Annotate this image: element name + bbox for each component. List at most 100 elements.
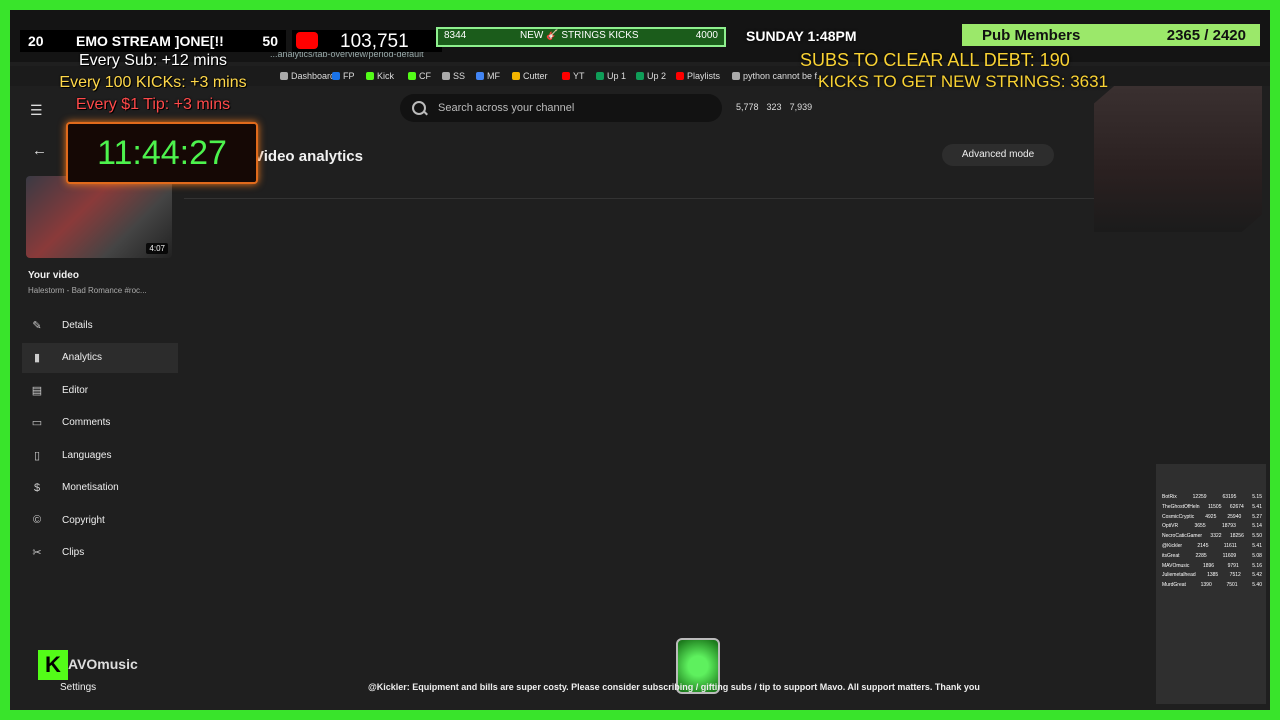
bookmark-item[interactable]: SS — [442, 71, 465, 81]
pub-value: 2365 / 2420 — [1166, 27, 1246, 44]
leaderboard-a: 3322 — [1210, 533, 1222, 540]
subathon-timer: 11:44:27 — [66, 122, 258, 184]
bookmark-item[interactable]: Cutter — [512, 71, 548, 81]
bookmark-item[interactable]: YT — [562, 71, 585, 81]
leaderboard-c: 5.08 — [1252, 552, 1262, 559]
bookmark-icon — [442, 72, 450, 80]
back-arrow-icon[interactable]: ← — [32, 142, 47, 159]
yt-sub-count: 103,751 — [340, 31, 409, 52]
nav-icon: © — [32, 514, 42, 526]
leaderboard-b: 7501 — [1226, 582, 1238, 589]
leaderboard-row: MAVOmusic 1896 9791 5.16 — [1162, 563, 1262, 569]
pub-label: Pub Members — [982, 27, 1081, 44]
stream-count: 20 — [28, 33, 44, 49]
leaderboard-a: 3655 — [1194, 523, 1206, 530]
leaderboard-a: 12259 — [1192, 494, 1207, 500]
bookmark-item[interactable]: python cannot be f... — [732, 71, 825, 81]
leaderboard-row: itsGreat 2285 11609 5.08 — [1162, 553, 1262, 559]
stream-title: EMO STREAM ]ONE[!! — [76, 33, 224, 49]
leaderboard-a: 2285 — [1195, 552, 1207, 559]
bookmark-item[interactable]: MF — [476, 71, 500, 81]
nav-item-clips[interactable]: ✂ Clips — [22, 538, 178, 568]
leaderboard-c: 5.42 — [1252, 572, 1262, 579]
bookmark-item[interactable]: CF — [408, 71, 431, 81]
nav-item-monetisation[interactable]: $ Monetisation — [22, 473, 178, 503]
bookmark-label: Up 2 — [647, 71, 667, 81]
leaderboard-a: 4925 — [1205, 513, 1217, 520]
search-placeholder: Search across your channel — [438, 102, 575, 114]
leaderboard-c: 5.50 — [1252, 533, 1262, 540]
leaderboard-b: 25940 — [1227, 513, 1242, 520]
nav-label: Comments — [62, 417, 111, 428]
leaderboard-c: 5.16 — [1252, 562, 1262, 569]
nav-item-copyright[interactable]: © Copyright — [22, 505, 178, 535]
settings-link[interactable]: Settings — [60, 682, 96, 693]
leaderboard-name: MAVOmusic — [1162, 562, 1190, 569]
nav-item-details[interactable]: ✎ Details — [22, 310, 178, 340]
bookmark-icon — [512, 72, 520, 80]
nav-icon: ▭ — [31, 417, 43, 429]
bookmark-label: Playlists — [687, 71, 721, 81]
page-title: Video analytics — [254, 148, 363, 165]
nav-label: Copyright — [62, 514, 105, 526]
bookmark-label: Cutter — [523, 71, 548, 81]
video-thumbnail[interactable]: 4:07 — [26, 176, 172, 258]
nav-item-comments[interactable]: ▭ Comments — [22, 408, 178, 438]
leaderboard-row: @Kickler 2145 11611 5.41 — [1162, 543, 1262, 549]
leaderboard-name: BotRix — [1162, 494, 1177, 500]
bookmark-item[interactable]: Up 2 — [636, 71, 666, 81]
leaderboard-a: 1385 — [1207, 572, 1219, 579]
video-title[interactable]: Halestorm - Bad Romance #roc... — [28, 286, 147, 295]
screen: ...analytics/tab-overview/period-default… — [10, 10, 1270, 710]
bookmark-label: Up 1 — [607, 71, 627, 81]
youtube-icon — [296, 32, 318, 49]
leaderboard-name: MurdGreat — [1162, 582, 1186, 589]
bookmark-item[interactable]: FP — [332, 71, 355, 81]
nav-label: Languages — [62, 449, 112, 461]
leaderboard-name: Juliemetalhead — [1162, 572, 1196, 579]
webcam-feed — [1094, 86, 1262, 232]
leaderboard-b: 63195 — [1222, 494, 1237, 500]
nav-icon: ▤ — [31, 384, 43, 397]
leaderboard-name: OptiVR — [1162, 523, 1179, 530]
leaderboard-b: 18793 — [1221, 523, 1236, 530]
leaderboard-row: BotRix 12259 63195 5.15 — [1162, 494, 1262, 500]
nav-label: Editor — [62, 384, 89, 396]
pub-members: Pub Members 2365 / 2420 — [962, 24, 1260, 46]
kick-logo-icon: K — [38, 650, 68, 680]
bookmark-item[interactable]: Playlists — [676, 71, 720, 81]
bookmark-icon — [476, 72, 484, 80]
rule-kicks: Every 100 KICKs: +3 mins — [59, 74, 247, 91]
nav-item-languages[interactable]: ▯ Languages — [22, 440, 178, 470]
bookmark-icon — [332, 72, 340, 80]
nav-item-analytics[interactable]: ▮ Analytics — [22, 342, 178, 373]
bookmark-label: Kick — [377, 71, 395, 81]
leaderboard-row: TheGhostOfHeln 11505 62674 5.41 — [1162, 504, 1262, 510]
nav-icon: $ — [33, 481, 41, 494]
bookmark-item[interactable]: Up 1 — [596, 71, 626, 81]
bookmark-icon — [732, 72, 740, 80]
bookmark-icon — [636, 72, 644, 80]
search-icon — [412, 101, 426, 115]
leaderboard-b: 11611 — [1223, 543, 1237, 549]
leaderboard-b: 9791 — [1227, 562, 1239, 569]
advanced-mode-button[interactable]: Advanced mode — [942, 144, 1054, 166]
leaderboard-b: 11609 — [1222, 552, 1237, 559]
stream-goal: 50 — [262, 33, 278, 49]
bookmark-item[interactable]: Dashboard — [280, 71, 335, 81]
video-duration: 4:07 — [146, 243, 168, 254]
bookmark-icon — [676, 72, 684, 80]
leaderboard-b: 18256 — [1229, 533, 1244, 540]
chat-ticker: @Kickler: Equipment and bills are super … — [368, 682, 980, 692]
nav-item-editor[interactable]: ▤ Editor — [22, 375, 178, 405]
stat-likes: 323 — [766, 102, 782, 112]
bookmark-label: FP — [343, 71, 355, 81]
kick-goal-label: NEW 🎸 STRINGS KICKS — [520, 30, 639, 41]
search-input[interactable]: Search across your channel — [400, 94, 722, 122]
nav-icon: ▮ — [33, 352, 41, 364]
debt-counter: SUBS TO CLEAR ALL DEBT: 190 — [800, 50, 1070, 70]
leaderboard-name: @Kickler — [1162, 543, 1183, 549]
bookmark-label: python cannot be f... — [743, 71, 825, 81]
bookmark-item[interactable]: Kick — [366, 71, 394, 81]
leaderboard-name: itsGreat — [1162, 552, 1180, 559]
